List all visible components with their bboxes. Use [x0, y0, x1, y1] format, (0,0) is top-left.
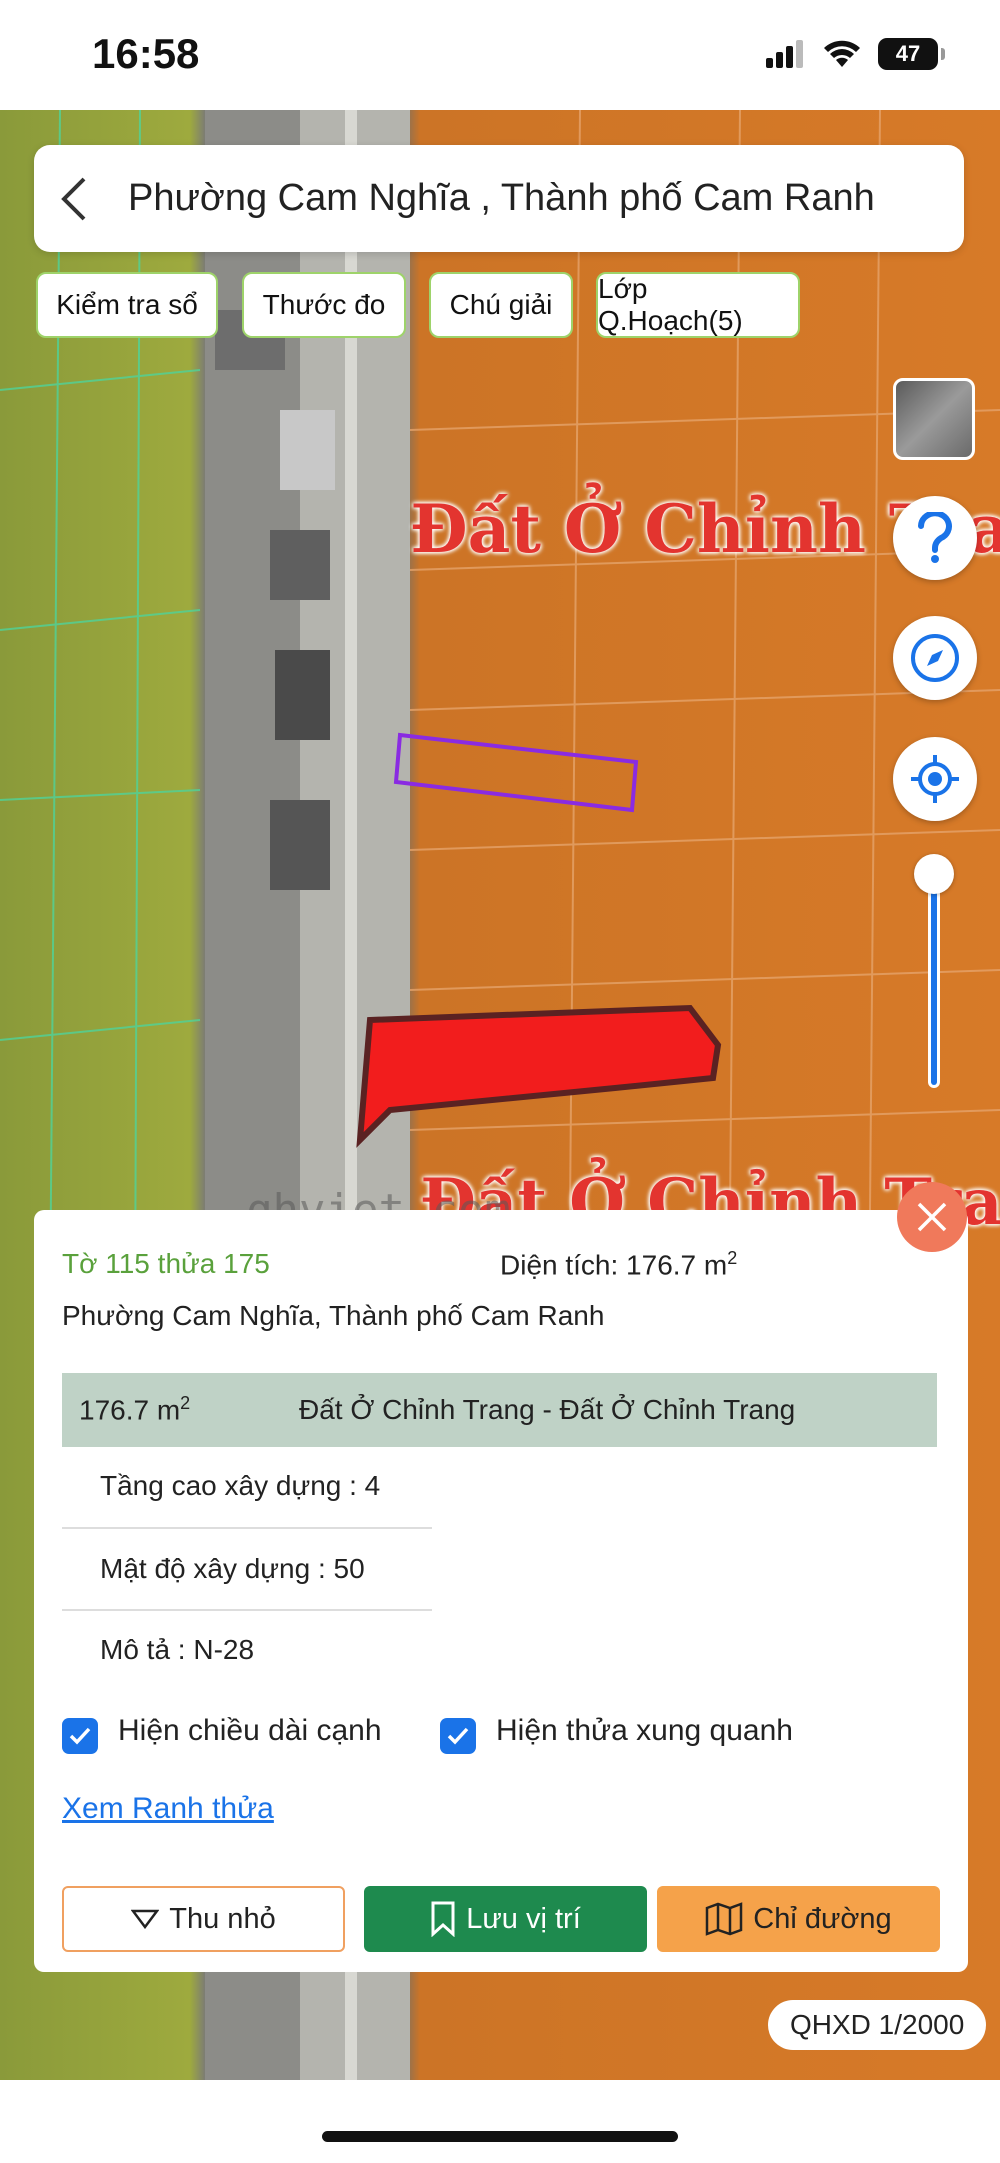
bottom-bar: [0, 2080, 1000, 2163]
zone-area-text: 176.7 m: [79, 1394, 181, 1426]
show-edge-length-checkbox[interactable]: [62, 1718, 98, 1754]
map-icon: [706, 1902, 743, 1936]
save-location-button[interactable]: Lưu vị trí: [364, 1886, 647, 1952]
location-title: Phường Cam Nghĩa , Thành phố Cam Ranh: [128, 177, 875, 219]
zone-type: Đất Ở Chỉnh Trang - Đất Ở Chỉnh Trang: [299, 1394, 796, 1425]
zone-row: 176.7 m2 Đất Ở Chỉnh Trang - Đất Ở Chỉnh…: [62, 1373, 937, 1447]
status-time: 16:58: [92, 30, 200, 77]
triangle-down-icon: [131, 1909, 160, 1929]
zoom-slider-fill: [931, 880, 937, 1085]
show-surrounding-checkbox[interactable]: [440, 1718, 476, 1754]
zone-area: 176.7 m2: [79, 1393, 269, 1426]
directions-label: Chỉ đường: [753, 1902, 892, 1935]
parcel-id: Tờ 115 thửa 175: [62, 1248, 270, 1279]
crosshair-icon: [911, 755, 959, 803]
building-floors: Tầng cao xây dựng : 4: [100, 1470, 381, 1501]
check-book-button[interactable]: Kiểm tra sổ: [36, 272, 218, 338]
divider: [62, 1609, 432, 1611]
compass-button[interactable]: [893, 616, 977, 700]
check-icon: [69, 1727, 91, 1745]
close-icon: [917, 1202, 947, 1232]
check-icon: [447, 1727, 469, 1745]
parcel-address: Phường Cam Nghĩa, Thành phố Cam Ranh: [62, 1300, 605, 1331]
parcel-area-text: Diện tích: 176.7 m: [500, 1249, 728, 1281]
status-bar: 16:58 47: [0, 0, 1000, 110]
location-header[interactable]: Phường Cam Nghĩa , Thành phố Cam Ranh: [34, 145, 964, 252]
divider: [62, 1527, 432, 1529]
home-indicator[interactable]: [322, 2131, 678, 2142]
wifi-icon: [824, 40, 860, 67]
battery-icon: 47: [878, 38, 945, 70]
compass-icon: [911, 634, 959, 682]
building-density: Mật độ xây dựng : 50: [100, 1553, 365, 1584]
close-panel-button[interactable]: [897, 1182, 967, 1252]
show-surrounding-label: Hiện thửa xung quanh: [496, 1714, 793, 1747]
basemap-toggle-button[interactable]: [893, 378, 975, 460]
legend-button[interactable]: Chú giải: [429, 272, 573, 338]
zoom-slider-handle[interactable]: [914, 854, 954, 894]
help-button[interactable]: [893, 496, 977, 580]
parcel-description: Mô tả : N-28: [100, 1634, 255, 1665]
selected-parcel[interactable]: [393, 732, 639, 813]
parcel-area-unit-sup: 2: [727, 1248, 738, 1268]
view-boundary-link[interactable]: Xem Ranh thửa: [62, 1792, 274, 1826]
signal-icon: [766, 40, 803, 68]
chevron-left-icon: [61, 177, 86, 220]
my-location-button[interactable]: [893, 737, 977, 821]
back-button[interactable]: [34, 145, 114, 252]
directions-button[interactable]: Chỉ đường: [657, 1886, 940, 1952]
question-icon: [918, 512, 952, 563]
ruler-button[interactable]: Thước đo: [242, 272, 406, 338]
parcel-area: Diện tích: 176.7 m2: [500, 1248, 737, 1281]
map-scale: QHXD 1/2000: [768, 2000, 987, 2050]
collapse-button-label: Thu nhỏ: [169, 1902, 276, 1935]
planning-layer-button[interactable]: Lớp Q.Hoạch(5): [596, 272, 800, 338]
collapse-button[interactable]: Thu nhỏ: [62, 1886, 345, 1952]
zone-area-sup: 2: [180, 1393, 191, 1414]
bookmark-icon: [431, 1901, 455, 1937]
show-edge-length-label: Hiện chiều dài cạnh: [118, 1714, 382, 1747]
highlighted-parcel[interactable]: [356, 1004, 722, 1148]
status-icons: 47: [766, 38, 945, 70]
save-location-label: Lưu vị trí: [466, 1902, 581, 1935]
